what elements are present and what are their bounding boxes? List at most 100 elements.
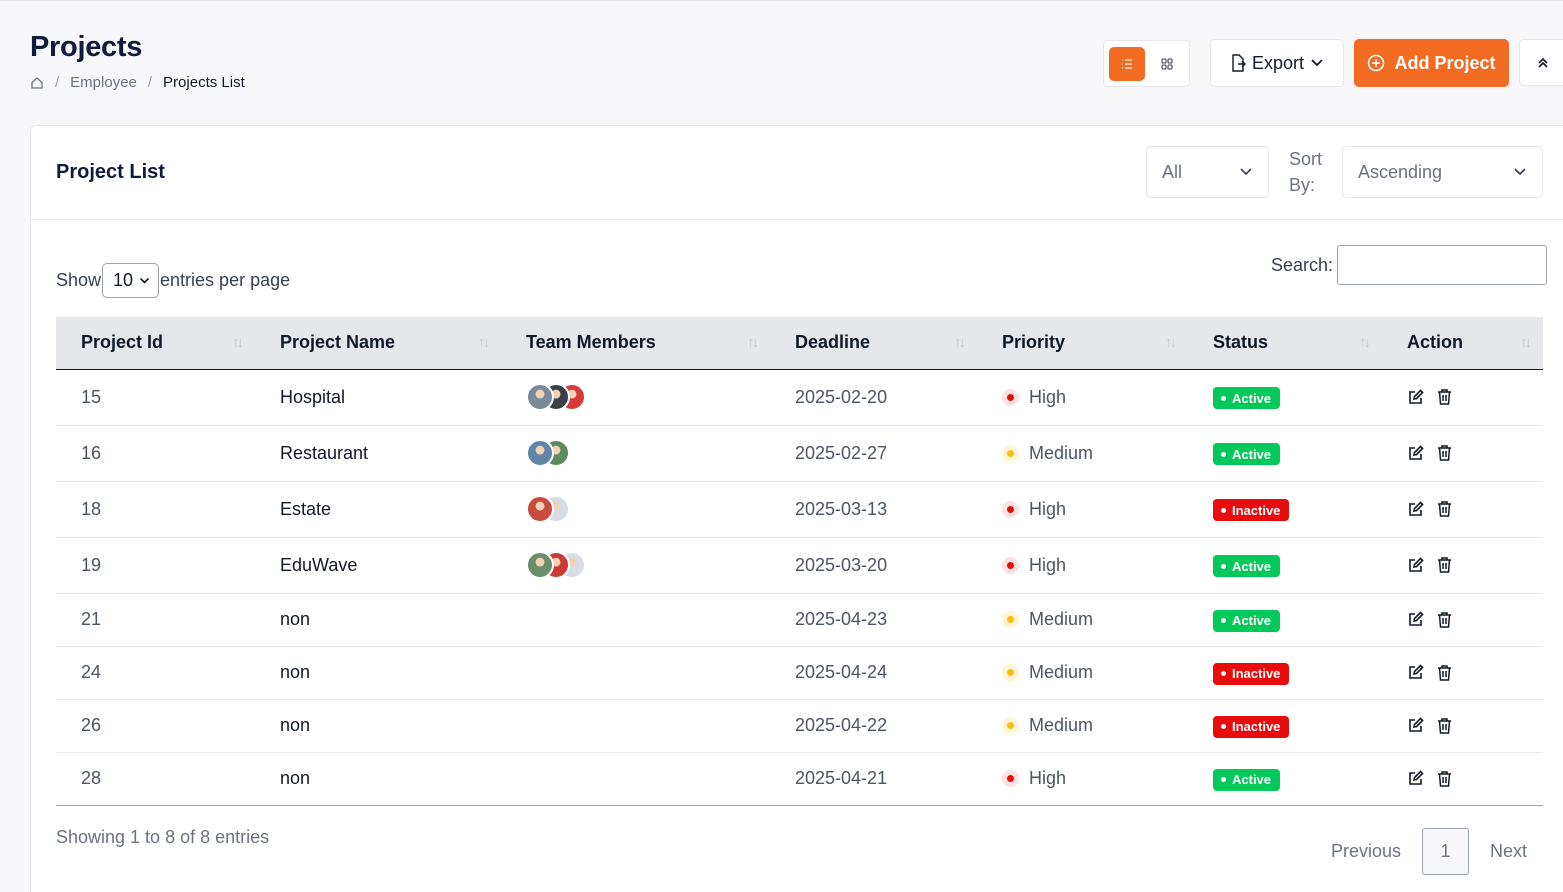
- cell-project-name: non: [280, 768, 311, 788]
- table-search: Search:: [1271, 245, 1548, 285]
- column-header-status[interactable]: Status ↑↓: [1188, 317, 1382, 369]
- status-label: Active: [1232, 446, 1272, 462]
- row-actions: [1407, 388, 1543, 406]
- status-filter-select[interactable]: All: [1146, 146, 1269, 198]
- sort-icon: ↑↓: [954, 334, 966, 351]
- add-project-label: Add Project: [1394, 52, 1496, 73]
- collapse-header-button[interactable]: [1519, 39, 1563, 86]
- home-icon[interactable]: [30, 76, 44, 90]
- cell-action: [1382, 593, 1543, 646]
- avatar[interactable]: [526, 439, 554, 467]
- edit-icon[interactable]: [1407, 611, 1424, 628]
- edit-icon[interactable]: [1407, 717, 1424, 734]
- edit-icon[interactable]: [1407, 500, 1424, 518]
- priority-label: Medium: [1029, 715, 1094, 735]
- avatar[interactable]: [526, 495, 554, 523]
- previous-page-button[interactable]: Previous: [1331, 841, 1401, 862]
- table-row: 24 non 2025-04-24 Medium Inactive: [56, 646, 1543, 699]
- cell-team-members: [501, 425, 770, 481]
- priority-dot-icon: [1002, 770, 1019, 787]
- status-dot-icon: [1221, 777, 1226, 783]
- list-view-icon: [1122, 58, 1132, 69]
- cell-status: Active: [1188, 369, 1382, 425]
- edit-icon[interactable]: [1407, 556, 1424, 574]
- pagination: Previous 1 Next: [1331, 828, 1527, 875]
- column-header-project-name[interactable]: Project Name ↑↓: [255, 317, 501, 369]
- export-button[interactable]: Export: [1210, 39, 1344, 87]
- column-header-team-members[interactable]: Team Members ↑↓: [501, 317, 770, 369]
- cell-team-members: [501, 369, 770, 425]
- priority-dot-icon: [1002, 500, 1019, 518]
- edit-icon[interactable]: [1407, 664, 1424, 681]
- cell-deadline: 2025-04-22: [795, 715, 888, 735]
- status-badge: Inactive: [1213, 662, 1290, 685]
- trash-icon[interactable]: [1436, 770, 1453, 788]
- avatar[interactable]: [526, 383, 554, 411]
- cell-project-id: 28: [81, 768, 102, 788]
- table-row: 21 non 2025-04-23 Medium Active: [56, 593, 1543, 646]
- breadcrumb: / Employee / Projects List: [30, 74, 245, 91]
- cell-deadline: 2025-04-24: [795, 662, 888, 682]
- trash-icon[interactable]: [1436, 556, 1453, 574]
- avatar[interactable]: [526, 551, 554, 579]
- card-header: Project List All Sort By: Ascending: [31, 126, 1563, 220]
- page-size-select[interactable]: 10: [102, 263, 160, 298]
- cell-project-name: EduWave: [280, 554, 358, 575]
- cell-team-members: [501, 752, 770, 805]
- next-page-button[interactable]: Next: [1490, 841, 1527, 862]
- chevron-down-icon: [1514, 168, 1526, 176]
- trash-icon[interactable]: [1436, 388, 1453, 406]
- list-view-button[interactable]: [1109, 46, 1145, 81]
- status-dot-icon: [1221, 671, 1226, 677]
- row-actions: [1407, 556, 1543, 574]
- cell-priority: Medium: [977, 646, 1188, 699]
- trash-icon[interactable]: [1436, 611, 1453, 629]
- priority-label: High: [1029, 768, 1067, 788]
- column-header-deadline[interactable]: Deadline ↑↓: [770, 317, 977, 369]
- priority-dot-icon: [1002, 444, 1019, 462]
- chevron-down-icon: [1311, 59, 1323, 67]
- status-badge: Active: [1213, 768, 1281, 791]
- table-row: 16 Restaurant 2025-02-27 Medium Active: [56, 425, 1543, 481]
- status-badge: Active: [1213, 443, 1281, 466]
- search-label: Search:: [1271, 254, 1334, 275]
- trash-icon[interactable]: [1436, 717, 1453, 735]
- sort-select[interactable]: Ascending: [1342, 146, 1543, 198]
- cell-priority: High: [977, 752, 1188, 805]
- cell-status: Active: [1188, 425, 1382, 481]
- breadcrumb-employee[interactable]: Employee: [70, 74, 137, 91]
- table-row: 18 Estate 2025-03-13 High Inactive: [56, 481, 1543, 537]
- grid-view-button[interactable]: [1149, 47, 1185, 81]
- chevron-down-icon: [1240, 168, 1252, 176]
- sort-icon: ↑↓: [747, 334, 759, 351]
- column-header-action[interactable]: Action ↑↓: [1382, 317, 1543, 369]
- priority-label: High: [1029, 498, 1067, 519]
- status-dot-icon: [1221, 507, 1226, 513]
- breadcrumb-separator: /: [147, 74, 153, 91]
- cell-status: Inactive: [1188, 481, 1382, 537]
- entries-label: entries per page: [160, 270, 291, 290]
- column-header-project-id[interactable]: Project Id ↑↓: [56, 317, 255, 369]
- search-input[interactable]: [1337, 245, 1548, 285]
- edit-icon[interactable]: [1407, 388, 1424, 406]
- trash-icon[interactable]: [1436, 444, 1453, 462]
- cell-project-name: non: [280, 715, 311, 735]
- project-list-card: Project List All Sort By: Ascending Show…: [30, 125, 1563, 892]
- trash-icon[interactable]: [1436, 664, 1453, 682]
- add-project-button[interactable]: Add Project: [1354, 39, 1509, 87]
- row-actions: [1407, 770, 1543, 788]
- priority-indicator: High: [1002, 499, 1188, 520]
- edit-icon[interactable]: [1407, 444, 1424, 462]
- priority-dot-icon: [1002, 611, 1019, 628]
- page-header: Projects / Employee / Projects List: [30, 31, 245, 91]
- column-header-priority[interactable]: Priority ↑↓: [977, 317, 1188, 369]
- status-label: Inactive: [1232, 666, 1281, 682]
- cell-project-id: 15: [81, 386, 102, 407]
- page-1-button[interactable]: 1: [1422, 828, 1470, 875]
- priority-dot-icon: [1002, 388, 1019, 406]
- cell-priority: Medium: [977, 425, 1188, 481]
- edit-icon[interactable]: [1407, 770, 1424, 787]
- status-badge: Active: [1213, 387, 1281, 410]
- status-filter-value: All: [1162, 161, 1183, 182]
- trash-icon[interactable]: [1436, 500, 1453, 518]
